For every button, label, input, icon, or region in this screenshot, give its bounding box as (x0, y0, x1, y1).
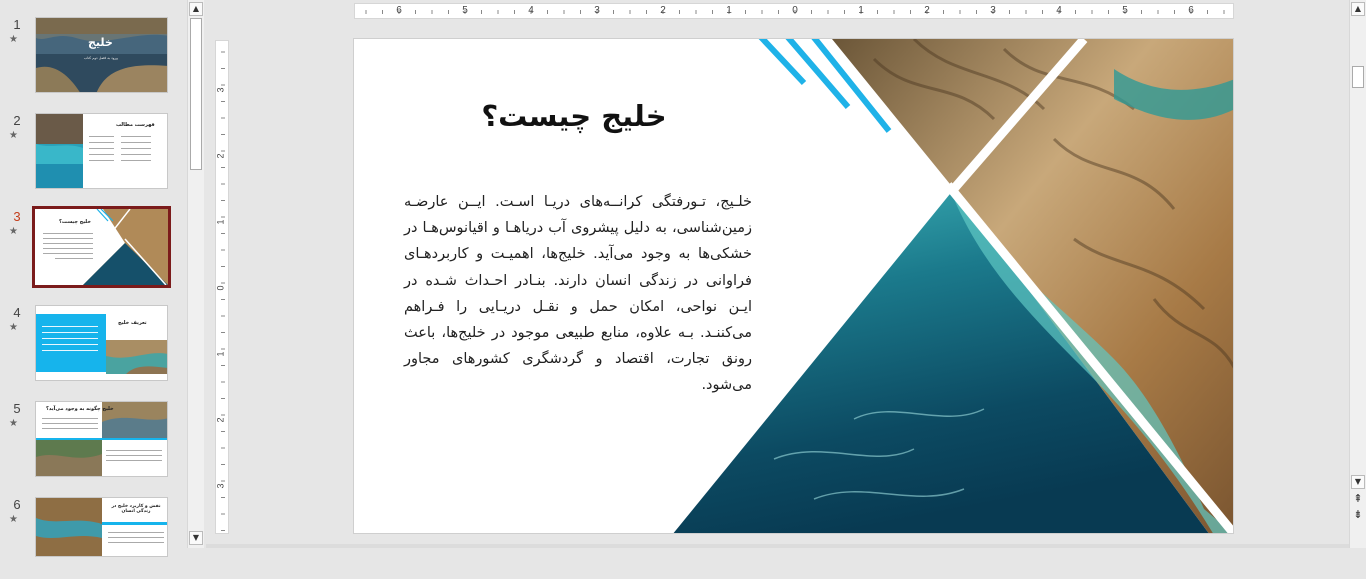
map-image (106, 340, 167, 374)
ruler-label: 3 (215, 483, 226, 489)
ruler-label: 3 (594, 5, 600, 16)
coast-image (36, 114, 83, 188)
slide-thumbnail-6[interactable]: 6 ★ نقش و کاربرد خلیج در زندگی انسان (0, 497, 186, 579)
vertical-ruler[interactable]: 3 2 1 0 1 2 3 (215, 40, 229, 534)
previous-slide-icon[interactable]: ⇞ (1351, 493, 1365, 507)
slide-number: 6 (13, 497, 21, 512)
thumbnail-title: خلیج (88, 36, 113, 49)
ruler-label: 0 (215, 285, 226, 291)
main-scrollbar[interactable]: ▲ ▼ ⇞ ⇟ (1349, 0, 1366, 548)
transition-star-icon: ★ (9, 418, 18, 429)
slide-canvas[interactable]: خلیج چیست؟ خلـیج، تـورفتگی کرانــه‌های د… (353, 38, 1234, 534)
slide-thumbnail-5[interactable]: 5 ★ خلیج چگونه به وجود می‌آید؟ (0, 401, 186, 483)
slide-number: 2 (13, 113, 21, 128)
slide-thumbnail-1[interactable]: 1 ★ خلیج ورود به فصل دوم کتاب (0, 17, 186, 99)
thumbnail-title: فهرست مطالب (116, 122, 155, 128)
slide-thumbnail-4[interactable]: 4 ★ تعریف خلیج (0, 305, 186, 387)
ruler-label: 4 (1056, 5, 1062, 16)
thumbnail-preview: خلیج ورود به فصل دوم کتاب (35, 17, 168, 93)
slide-title[interactable]: خلیج چیست؟ (414, 99, 734, 133)
thumbnail-title: خلیج چگونه به وجود می‌آید؟ (46, 406, 114, 412)
scroll-up-icon[interactable]: ▲ (189, 2, 203, 16)
ruler-label: 1 (215, 351, 226, 357)
transition-star-icon: ★ (9, 514, 18, 525)
ruler-label: 3 (990, 5, 996, 16)
thumbnail-preview: خلیج چگونه به وجود می‌آید؟ (35, 401, 168, 477)
scrollbar-thumb[interactable] (1352, 66, 1364, 88)
transition-star-icon: ★ (9, 130, 18, 141)
scroll-down-icon[interactable]: ▼ (1351, 475, 1365, 489)
ruler-label: 6 (396, 5, 402, 16)
map-images (36, 402, 167, 476)
ruler-label: 2 (924, 5, 930, 16)
thumbnail-title: خلیج چیست؟ (59, 219, 91, 225)
thumbnail-scrollbar[interactable]: ▲ ▼ (187, 0, 204, 548)
thumbnail-subtitle: ورود به فصل دوم کتاب (84, 56, 118, 60)
horizontal-ruler[interactable]: 6 5 4 3 2 1 0 1 2 3 4 5 6 (354, 3, 1234, 19)
scroll-up-icon[interactable]: ▲ (1351, 2, 1365, 16)
slide-number: 3 (13, 209, 21, 224)
ruler-label: 1 (215, 219, 226, 225)
thumbnail-preview: خلیج چیست؟ (32, 206, 171, 288)
ruler-label: 0 (792, 5, 798, 16)
scroll-down-icon[interactable]: ▼ (189, 531, 203, 545)
horizontal-scrollbar-track[interactable] (206, 544, 1349, 548)
slide-number: 4 (13, 305, 21, 320)
slide-thumbnail-2[interactable]: 2 ★ فهرست مطالب (0, 113, 186, 195)
thumbnail-preview: نقش و کاربرد خلیج در زندگی انسان (35, 497, 168, 557)
ruler-label: 1 (726, 5, 732, 16)
thumbnail-preview: فهرست مطالب (35, 113, 168, 189)
transition-star-icon: ★ (9, 226, 18, 237)
slide-body-text[interactable]: خلـیج، تـورفتگی کرانــه‌های دریـا اسـت. … (404, 189, 752, 399)
ruler-label: 5 (462, 5, 468, 16)
thumbnail-title: نقش و کاربرد خلیج در زندگی انسان (111, 504, 161, 514)
thumbnail-title: تعریف خلیج (118, 320, 147, 326)
ruler-label: 5 (1122, 5, 1128, 16)
ruler-label: 3 (215, 87, 226, 93)
slide-number: 1 (13, 17, 21, 32)
satellite-image (83, 209, 168, 285)
next-slide-icon[interactable]: ⇟ (1351, 509, 1365, 523)
transition-star-icon: ★ (9, 34, 18, 45)
transition-star-icon: ★ (9, 322, 18, 333)
ruler-label: 2 (215, 153, 226, 159)
ruler-label: 6 (1188, 5, 1194, 16)
scrollbar-thumb[interactable] (190, 18, 202, 170)
slide-thumbnail-pane: 1 ★ خلیج ورود به فصل دوم کتاب 2 ★ فهرست … (0, 0, 206, 557)
ruler-label: 2 (215, 417, 226, 423)
ruler-label: 1 (858, 5, 864, 16)
ruler-label: 2 (660, 5, 666, 16)
slide-thumbnail-3[interactable]: 3 ★ خلیج چیست؟ (0, 206, 186, 291)
slide-number: 5 (13, 401, 21, 416)
satellite-image (36, 498, 102, 556)
ruler-label: 4 (528, 5, 534, 16)
thumbnail-preview: تعریف خلیج (35, 305, 168, 381)
